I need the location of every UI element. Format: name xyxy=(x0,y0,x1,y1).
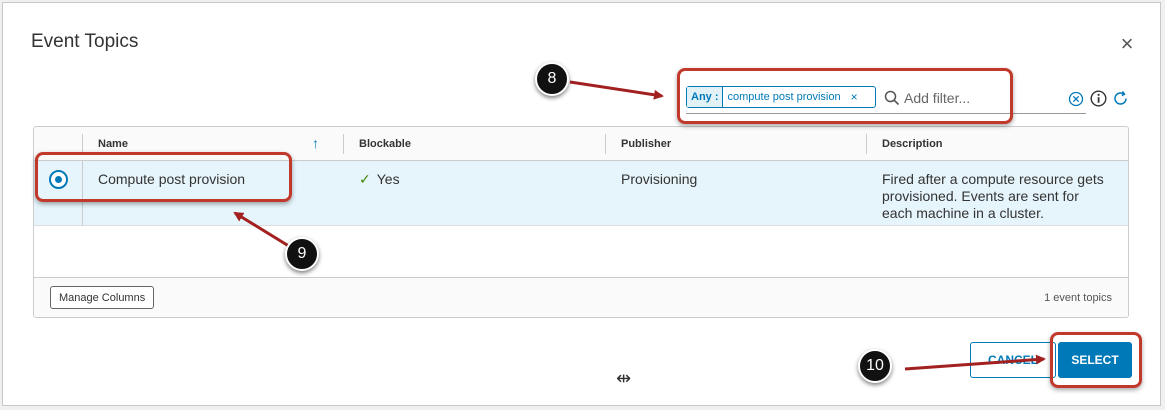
annotation-arrows xyxy=(233,80,1046,371)
step-badge-9: 9 xyxy=(285,237,319,271)
step-badge-10: 10 xyxy=(858,349,892,383)
step-badge-8: 8 xyxy=(535,62,569,96)
